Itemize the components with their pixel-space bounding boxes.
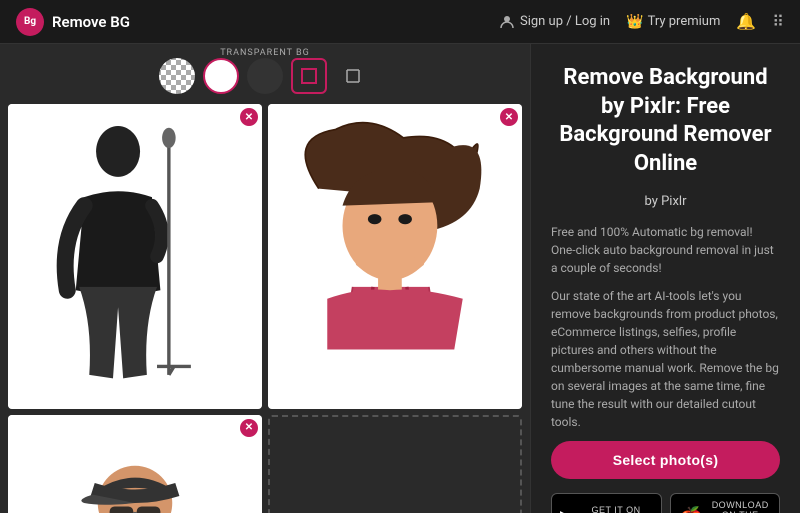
photo-grid: ✕ bbox=[8, 104, 522, 513]
bg-transparent-option[interactable] bbox=[159, 58, 195, 94]
apple-icon: 🍎 bbox=[679, 505, 704, 513]
right-desc-2: Our state of the art AI-tools let's you … bbox=[551, 287, 780, 431]
toolbar: TRANSPARENT BG bbox=[8, 52, 522, 104]
close-photo-2-button[interactable]: ✕ bbox=[500, 108, 518, 126]
right-panel-subtitle: by Pixlr bbox=[551, 194, 780, 209]
bg-white-option[interactable] bbox=[203, 58, 239, 94]
person1-image bbox=[8, 104, 262, 409]
bell-icon[interactable]: 🔔 bbox=[736, 12, 756, 31]
logo-icon: Bg bbox=[16, 8, 44, 36]
premium-button[interactable]: 👑 Try premium bbox=[626, 14, 720, 30]
user-icon bbox=[499, 14, 515, 30]
header: Bg Remove BG Sign up / Log in 👑 Try prem… bbox=[0, 0, 800, 44]
left-panel: TRANSPARENT BG ✕ bbox=[0, 44, 530, 513]
bg-black-option[interactable] bbox=[247, 58, 283, 94]
bg-outline-option[interactable] bbox=[291, 58, 327, 94]
toolbar-label: TRANSPARENT BG bbox=[216, 48, 314, 58]
app-store-download: Download on the bbox=[709, 500, 771, 513]
crown-icon: 👑 bbox=[626, 14, 643, 30]
right-desc-1: Free and 100% Automatic bg removal! One-… bbox=[551, 223, 780, 277]
close-photo-1-button[interactable]: ✕ bbox=[240, 108, 258, 126]
store-buttons: ▶ GET IT ON Google Play 🍎 Download on th… bbox=[551, 493, 780, 513]
photo-item-2: ✕ bbox=[268, 104, 522, 409]
google-play-icon: ▶ bbox=[560, 505, 575, 513]
google-play-button[interactable]: ▶ GET IT ON Google Play bbox=[551, 493, 662, 513]
square-icon bbox=[300, 67, 318, 85]
crop-option[interactable] bbox=[335, 58, 371, 94]
crop-icon bbox=[343, 66, 363, 86]
header-left: Bg Remove BG bbox=[16, 8, 130, 36]
google-play-get-it: GET IT ON bbox=[581, 505, 650, 513]
photo-item-3: ✕ bbox=[8, 415, 262, 513]
app-store-text: Download on the App Store bbox=[709, 500, 771, 513]
app-title: Remove BG bbox=[52, 13, 130, 31]
grid-icon[interactable]: ⠿ bbox=[772, 12, 784, 31]
select-photos-cta-button[interactable]: Select photo(s) bbox=[551, 441, 780, 479]
app-store-button[interactable]: 🍎 Download on the App Store bbox=[670, 493, 781, 513]
right-panel-title: Remove Background by Pixlr: Free Backgro… bbox=[551, 64, 780, 178]
right-panel: Remove Background by Pixlr: Free Backgro… bbox=[530, 44, 800, 513]
main-content: TRANSPARENT BG ✕ bbox=[0, 44, 800, 513]
header-right: Sign up / Log in 👑 Try premium 🔔 ⠿ bbox=[499, 12, 784, 31]
person3-image bbox=[8, 415, 262, 513]
signup-link[interactable]: Sign up / Log in bbox=[499, 14, 610, 30]
google-play-text: GET IT ON Google Play bbox=[581, 505, 650, 513]
person2-image bbox=[268, 104, 522, 409]
close-photo-3-button[interactable]: ✕ bbox=[240, 419, 258, 437]
photo-item-1: ✕ bbox=[8, 104, 262, 409]
select-photo-box[interactable]: + Select photo(s) bbox=[268, 415, 522, 513]
